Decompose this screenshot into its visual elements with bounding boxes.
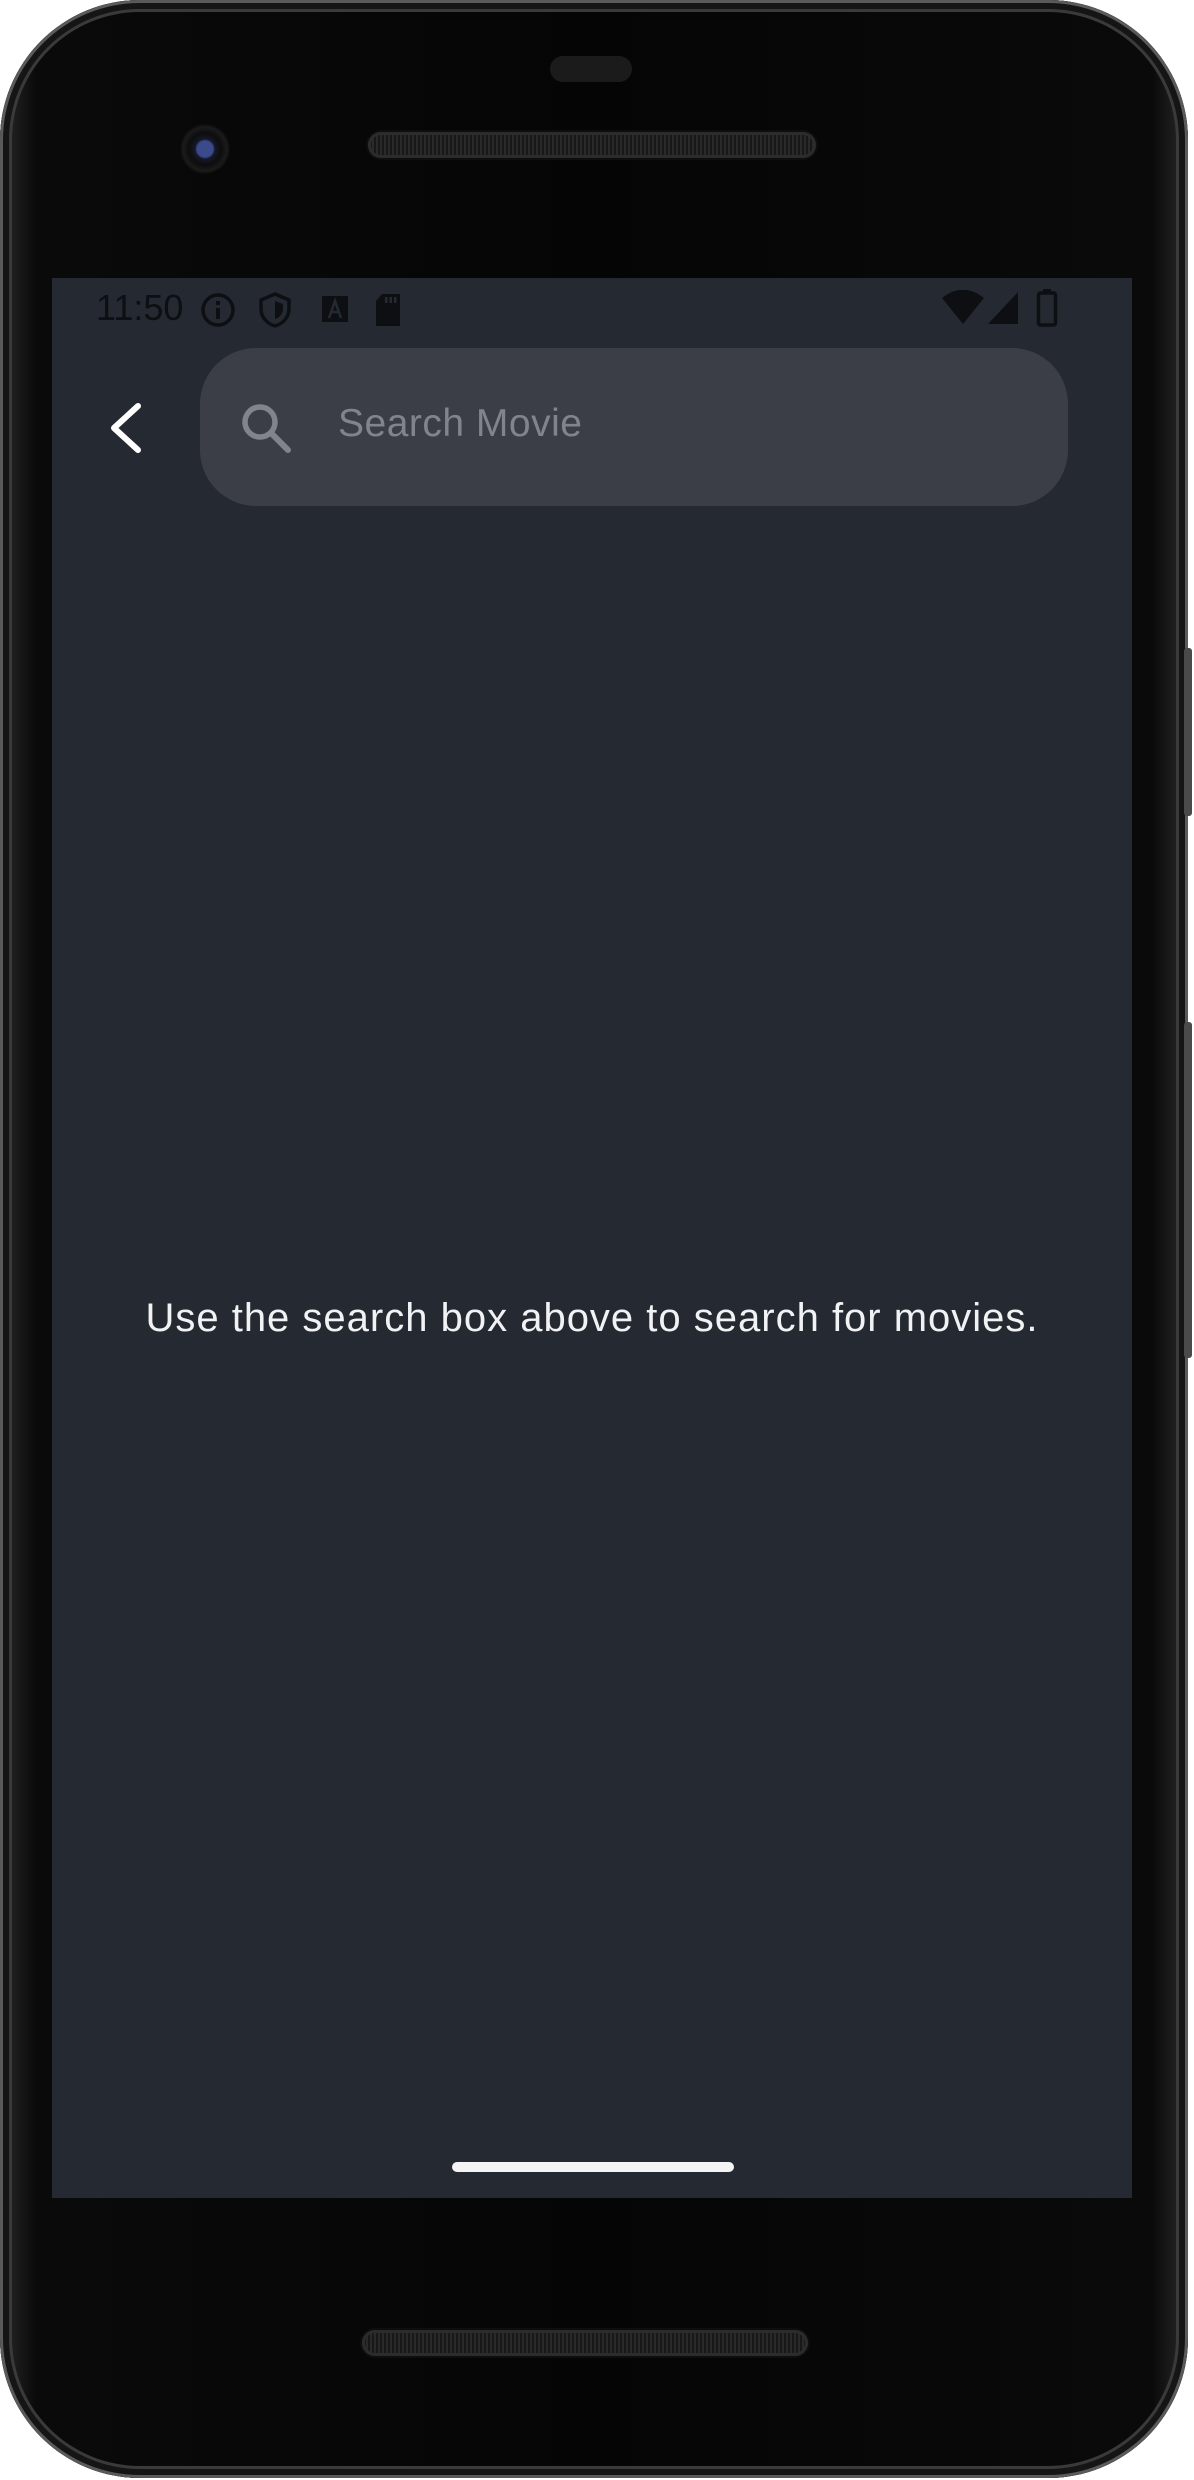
device-frame: 11:50 Search Movie Use the search box ab… — [0, 0, 1194, 2480]
back-button[interactable] — [88, 388, 168, 468]
earpiece-slot — [550, 56, 632, 82]
app-screen: 11:50 Search Movie Use the search box ab… — [52, 278, 1132, 2198]
a-badge-icon — [320, 292, 350, 335]
back-arrow-icon — [111, 403, 141, 453]
volume-button — [1184, 1022, 1192, 1358]
home-gesture-bar[interactable] — [452, 2162, 734, 2172]
search-icon — [236, 398, 296, 458]
wifi-icon — [940, 289, 986, 335]
signal-icon — [986, 290, 1020, 335]
status-time: 11:50 — [96, 287, 184, 328]
search-bar[interactable] — [200, 348, 1068, 506]
top-speaker-grille — [368, 132, 816, 158]
sd-card-icon — [374, 292, 402, 337]
power-button — [1184, 648, 1192, 816]
search-input[interactable] — [336, 393, 1020, 455]
battery-icon — [1036, 288, 1058, 337]
shield-icon — [258, 292, 292, 337]
empty-state-message: Use the search box above to search for m… — [145, 1296, 1039, 1340]
status-bar: 11:50 — [52, 278, 1132, 342]
front-camera — [180, 124, 230, 174]
info-icon — [200, 292, 236, 337]
bottom-speaker-grille — [362, 2330, 808, 2356]
